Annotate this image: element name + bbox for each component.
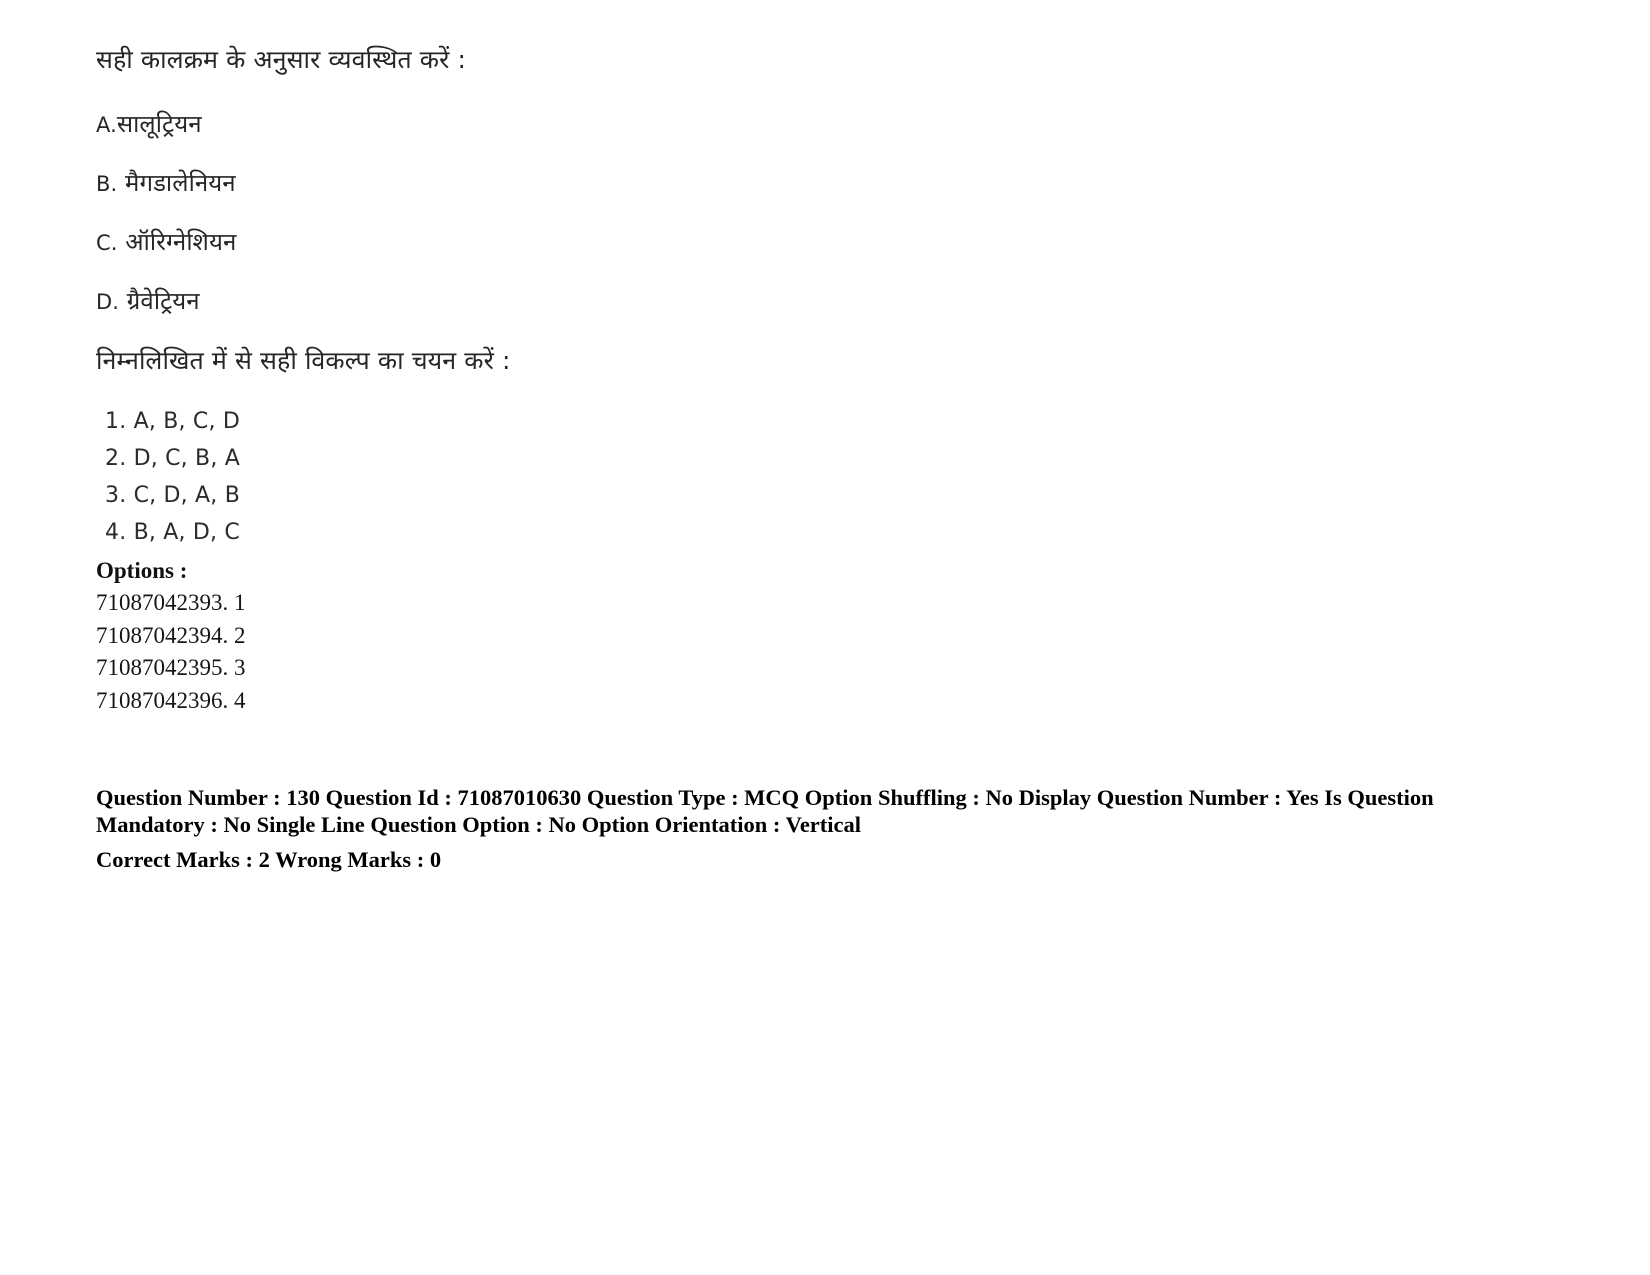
question-page: सही कालक्रम के अनुसार व्यवस्थित करें : A… [0, 0, 1650, 1275]
stem-item-a-key: A. [96, 112, 117, 137]
stem-item-c-text: ऑरिग्नेशियन [117, 227, 237, 256]
stem-item-d-text: ग्रैवेट्रियन [119, 287, 200, 316]
question-prompt: निम्नलिखित में से सही विकल्प का चयन करें… [96, 346, 511, 376]
stem-item-b-key: B. [96, 171, 118, 196]
option-id-row-1: 71087042393. 1 [96, 589, 246, 615]
answer-choice-4[interactable]: 4. B, A, D, C [96, 515, 1516, 552]
question-body: सही कालक्रम के अनुसार व्यवस्थित करें : A… [96, 44, 1516, 378]
stem-item-a: A.सालूट्रियन [96, 109, 1516, 140]
option-id-list: 71087042393. 1 71087042394. 2 7108704239… [96, 587, 1516, 718]
stem-item-c: C. ऑरिग्नेशियन [96, 227, 1516, 258]
stem-item-b-text: मैगडालेनियन [117, 168, 236, 197]
question-content: सही कालक्रम के अनुसार व्यवस्थित करें : A… [96, 44, 1516, 874]
stem-item-c-key: C. [96, 230, 118, 255]
option-id-row-3: 71087042395. 3 [96, 655, 246, 681]
answer-choice-3[interactable]: 3. C, D, A, B [96, 478, 1516, 515]
question-stem: सही कालक्रम के अनुसार व्यवस्थित करें : [96, 45, 467, 74]
answer-choice-2[interactable]: 2. D, C, B, A [96, 441, 1516, 478]
metadata-line-details: Question Number : 130 Question Id : 7108… [96, 784, 1434, 837]
stem-item-d-key: D. [96, 290, 120, 315]
answer-choice-list: 1. A, B, C, D 2. D, C, B, A 3. C, D, A, … [96, 404, 1516, 552]
option-id-row-2: 71087042394. 2 [96, 622, 246, 648]
stem-item-d: D. ग्रैवेट्रियन [96, 286, 1516, 317]
question-metadata: Question Number : 130 Question Id : 7108… [96, 784, 1441, 874]
options-heading: Options : [96, 557, 188, 583]
metadata-line-marks: Correct Marks : 2 Wrong Marks : 0 [96, 847, 442, 873]
option-id-row-4: 71087042396. 4 [96, 687, 246, 713]
stem-item-b: B. मैगडालेनियन [96, 168, 1516, 199]
stem-item-a-text: सालूट्रियन [116, 109, 202, 138]
answer-choice-1[interactable]: 1. A, B, C, D [96, 404, 1516, 441]
